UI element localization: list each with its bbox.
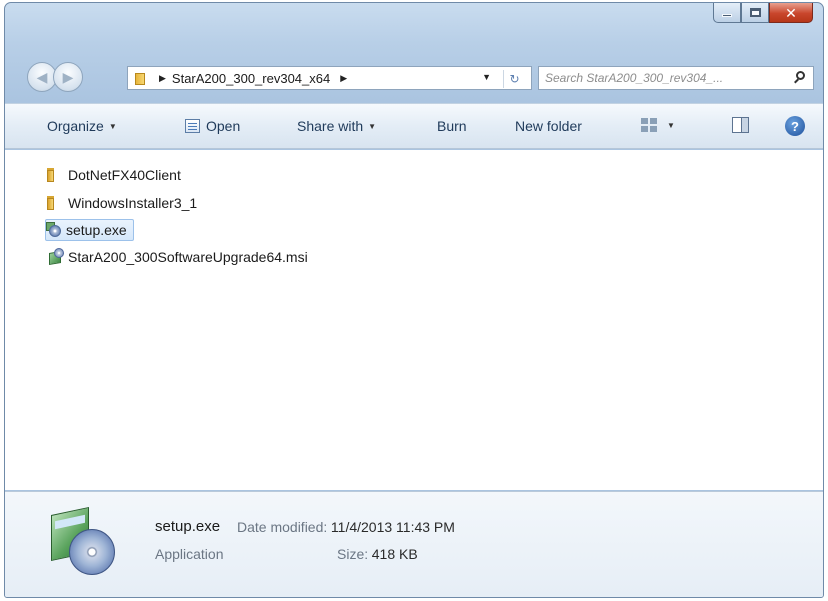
details-pane: setup.exe Date modified: 11/4/2013 11:43… — [5, 491, 823, 597]
command-bar: Organize ▼ Open Share with ▼ Burn New fo… — [5, 103, 823, 149]
list-item[interactable]: DotNetFX40Client — [47, 164, 181, 186]
view-options-icon — [641, 118, 657, 132]
change-view-button[interactable]: ▼ — [641, 118, 675, 132]
search-input[interactable] — [545, 71, 785, 85]
search-icon[interactable] — [793, 71, 807, 85]
details-date-modified: Date modified: 11/4/2013 11:43 PM — [237, 519, 455, 535]
file-name: setup.exe — [66, 222, 127, 238]
size-label: Size: — [337, 546, 369, 562]
setup-exe-icon — [46, 222, 62, 238]
close-icon: ✕ — [785, 4, 797, 21]
arrow-right-icon: ▶ — [62, 68, 74, 85]
details-size: Size: 418 KB — [337, 546, 418, 562]
breadcrumb-chevron-icon[interactable]: ▶ — [340, 73, 347, 84]
chevron-down-icon: ▼ — [667, 120, 675, 130]
arrow-left-icon: ◀ — [36, 68, 48, 85]
folder-icon — [47, 196, 63, 210]
address-dropdown-icon[interactable]: ▼ — [482, 72, 491, 82]
help-icon: ? — [785, 116, 805, 136]
organize-button[interactable]: Organize ▼ — [47, 118, 117, 134]
date-modified-value: 11/4/2013 11:43 PM — [330, 519, 455, 535]
chevron-down-icon: ▼ — [108, 121, 117, 131]
details-file-name: setup.exe — [155, 518, 221, 535]
maximize-button[interactable] — [741, 3, 769, 23]
search-box[interactable] — [538, 66, 814, 90]
minimize-icon — [722, 14, 732, 17]
explorer-window: ✕ ◀ ▶ ▶ StarA200_300_rev304_x64 ▶ ▼ ↻ Or… — [4, 2, 824, 598]
help-button[interactable]: ? — [785, 116, 805, 136]
date-modified-label: Date modified: — [237, 519, 328, 535]
file-name: WindowsInstaller3_1 — [68, 195, 198, 211]
new-folder-button[interactable]: New folder — [515, 118, 582, 134]
open-label: Open — [206, 118, 241, 134]
file-name: StarA200_300SoftwareUpgrade64.msi — [68, 249, 308, 265]
chevron-down-icon: ▼ — [368, 121, 377, 131]
preview-pane-icon — [732, 117, 749, 133]
file-list[interactable]: DotNetFX40Client WindowsInstaller3_1 set… — [5, 150, 823, 490]
caption-buttons: ✕ — [713, 3, 813, 25]
details-file-type: Application — [155, 546, 224, 562]
msi-installer-icon — [47, 248, 65, 266]
breadcrumb-chevron-icon[interactable]: ▶ — [159, 73, 166, 84]
list-item[interactable]: WindowsInstaller3_1 — [47, 192, 197, 214]
share-with-button[interactable]: Share with ▼ — [297, 118, 376, 134]
preview-pane-button[interactable] — [732, 117, 749, 133]
file-name: DotNetFX40Client — [68, 167, 181, 183]
close-button[interactable]: ✕ — [769, 3, 813, 23]
list-item-selected[interactable]: setup.exe — [45, 219, 134, 241]
burn-button[interactable]: Burn — [437, 118, 467, 134]
share-with-label: Share with — [297, 118, 364, 134]
forward-button[interactable]: ▶ — [53, 62, 83, 92]
size-value: 418 KB — [371, 546, 418, 562]
burn-label: Burn — [437, 118, 467, 134]
organize-label: Organize — [47, 118, 104, 134]
open-icon — [185, 119, 200, 133]
open-button[interactable]: Open — [185, 118, 240, 134]
application-installer-icon — [47, 506, 117, 575]
list-item[interactable]: StarA200_300SoftwareUpgrade64.msi — [47, 246, 308, 268]
new-folder-label: New folder — [515, 118, 582, 134]
folder-icon — [47, 168, 63, 182]
refresh-icon[interactable]: ↻ — [503, 70, 525, 88]
minimize-button[interactable] — [713, 3, 741, 23]
maximize-icon — [749, 8, 761, 17]
breadcrumb-item[interactable]: StarA200_300_rev304_x64 — [172, 71, 330, 86]
address-bar[interactable]: ▶ StarA200_300_rev304_x64 ▶ ▼ ↻ — [127, 66, 532, 90]
address-row: ◀ ▶ ▶ StarA200_300_rev304_x64 ▶ ▼ ↻ — [5, 61, 823, 93]
folder-icon — [135, 71, 149, 85]
